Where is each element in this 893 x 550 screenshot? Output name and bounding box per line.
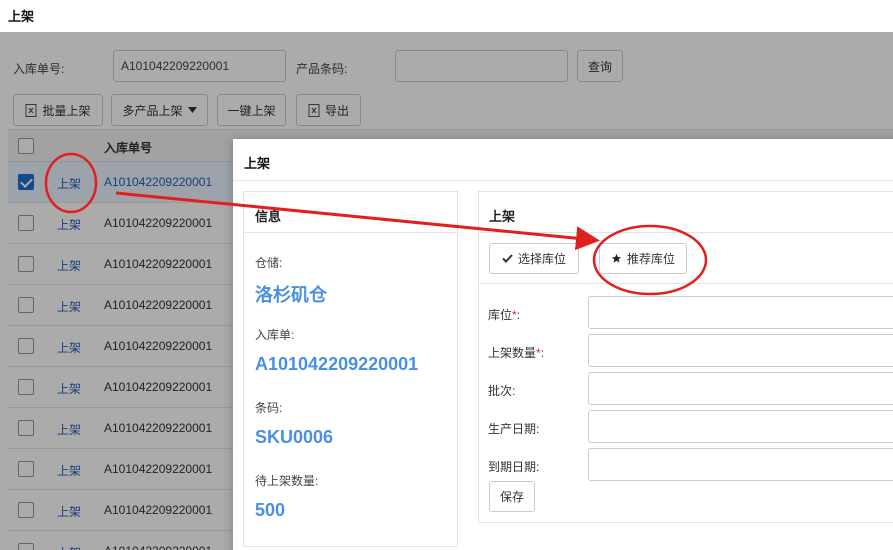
check-icon bbox=[502, 254, 513, 263]
barcode-info-value: SKU0006 bbox=[255, 427, 334, 447]
location-label-colon: : bbox=[516, 308, 521, 322]
recommend-location-button[interactable]: 推荐库位 bbox=[599, 243, 687, 274]
inbound-value: A101042209220001 bbox=[255, 354, 419, 374]
barcode-info-label: 条码: bbox=[255, 401, 283, 415]
location-label-text: 库位 bbox=[488, 308, 513, 322]
shelve-panel-title: 上架 bbox=[489, 209, 516, 224]
save-button-label: 保存 bbox=[499, 490, 524, 504]
location-input[interactable] bbox=[588, 296, 893, 329]
select-location-button[interactable]: 选择库位 bbox=[489, 243, 579, 274]
inbound-label: 入库单: bbox=[255, 328, 295, 342]
shelve-qty-input[interactable] bbox=[588, 334, 893, 367]
location-label: 库位*: bbox=[488, 306, 520, 323]
batch-label: 批次: bbox=[488, 384, 516, 398]
top-bar: 上架 bbox=[0, 0, 893, 32]
expiry-date-label: 到期日期: bbox=[488, 460, 540, 474]
production-date-input[interactable] bbox=[588, 410, 893, 443]
batch-input[interactable] bbox=[588, 372, 893, 405]
warehouse-value: 洛杉矶仓 bbox=[255, 285, 327, 305]
shelve-qty-label-colon: : bbox=[540, 346, 545, 360]
select-location-label: 选择库位 bbox=[517, 252, 566, 266]
pending-qty-value: 500 bbox=[255, 500, 286, 520]
page: 上架 入库单号: 产品条码: 查询 批量上架 多产品上架 一键上架 bbox=[0, 0, 893, 550]
star-icon bbox=[611, 253, 622, 263]
shelve-dialog: 上架 信息 仓储: 洛杉矶仓 入库单: A101042209220001 条码:… bbox=[233, 139, 893, 550]
info-panel-title: 信息 bbox=[255, 209, 282, 224]
shelve-qty-label-text: 上架数量 bbox=[488, 346, 537, 360]
save-button[interactable]: 保存 bbox=[489, 481, 535, 512]
pending-qty-label: 待上架数量: bbox=[255, 474, 319, 488]
dialog-title: 上架 bbox=[244, 156, 271, 171]
warehouse-label: 仓储: bbox=[255, 256, 283, 270]
recommend-location-label: 推荐库位 bbox=[626, 252, 675, 266]
dialog-header: 上架 bbox=[233, 139, 893, 181]
expiry-date-input[interactable] bbox=[588, 448, 893, 481]
info-panel: 信息 仓储: 洛杉矶仓 入库单: A101042209220001 条码: SK… bbox=[243, 191, 458, 547]
shelve-qty-label: 上架数量*: bbox=[488, 344, 544, 361]
production-date-label: 生产日期: bbox=[488, 422, 540, 436]
page-title: 上架 bbox=[8, 9, 35, 24]
